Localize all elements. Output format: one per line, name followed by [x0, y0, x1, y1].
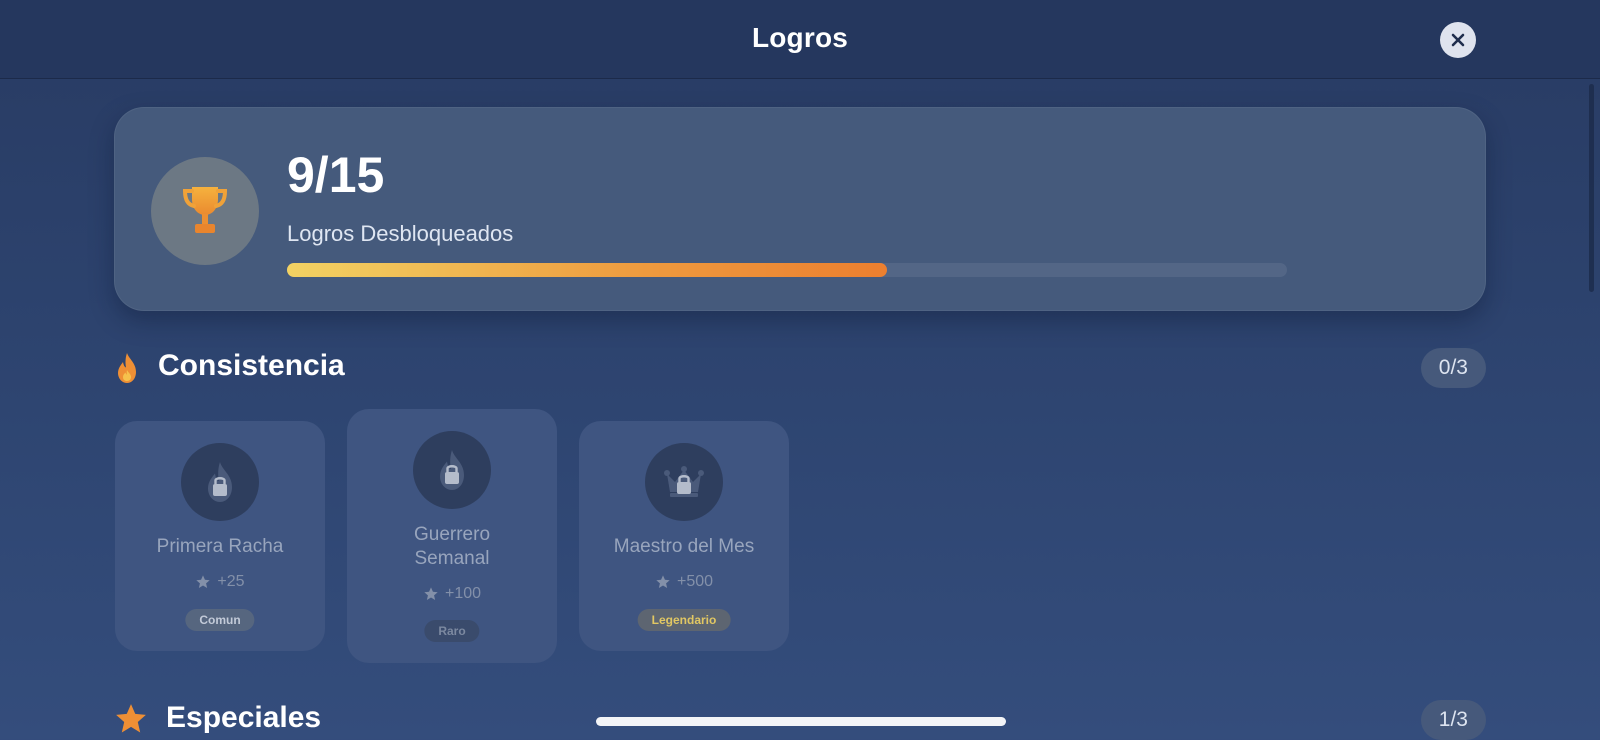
summary-card: 9/15 Logros Desbloqueados [114, 107, 1486, 311]
achievement-icon-circle [645, 443, 723, 521]
progress-bar [287, 263, 1287, 277]
header-bar: Logros [0, 0, 1600, 79]
home-indicator[interactable] [596, 717, 1006, 726]
star-icon [424, 587, 438, 600]
trophy-badge [151, 157, 259, 265]
achievement-card[interactable]: Maestro del Mes +500 Legendario [579, 421, 789, 651]
section-progress-badge: 0/3 [1420, 348, 1486, 388]
scrollbar[interactable] [1589, 84, 1594, 292]
section-progress-badge: 1/3 [1420, 700, 1486, 740]
flame-lock-icon [440, 450, 464, 490]
close-icon [1451, 33, 1465, 47]
section-header-consistencia: Consistencia 0/3 [114, 346, 1486, 390]
trophy-icon [182, 187, 228, 233]
achievement-name: Maestro del Mes [613, 536, 755, 557]
achievement-points-value: +500 [676, 573, 714, 590]
achievement-points: +500 [579, 573, 789, 591]
flame-icon [118, 353, 136, 383]
section-title: Consistencia [158, 349, 345, 382]
achievement-name: Guerrero Semanal [413, 524, 491, 569]
star-icon [196, 575, 211, 588]
achievement-points-value: +100 [444, 585, 482, 602]
page-title: Logros [751, 22, 849, 53]
achievement-points-value: +25 [217, 573, 245, 590]
flame-lock-icon [208, 462, 232, 502]
achievement-icon-circle [413, 431, 491, 509]
rarity-badge: Comun [185, 609, 255, 631]
star-icon [116, 704, 146, 733]
achievements-count: 9/15 [287, 147, 385, 203]
achievement-points: +25 [115, 573, 325, 591]
star-icon [656, 575, 670, 588]
achievement-points: +100 [347, 585, 557, 603]
achievement-icon-circle [181, 443, 259, 521]
rarity-badge: Raro [424, 620, 480, 642]
achievement-name: Primera Racha [156, 536, 284, 557]
achievement-card[interactable]: Guerrero Semanal +100 Raro [347, 409, 557, 663]
progress-fill [287, 263, 887, 277]
section-title: Especiales [166, 701, 322, 734]
rarity-badge: Legendario [637, 609, 731, 631]
close-button[interactable] [1440, 22, 1476, 58]
crown-lock-icon [664, 466, 704, 497]
achievements-label: Logros Desbloqueados [287, 221, 514, 246]
achievement-card[interactable]: Primera Racha +25 Comun [115, 421, 325, 651]
